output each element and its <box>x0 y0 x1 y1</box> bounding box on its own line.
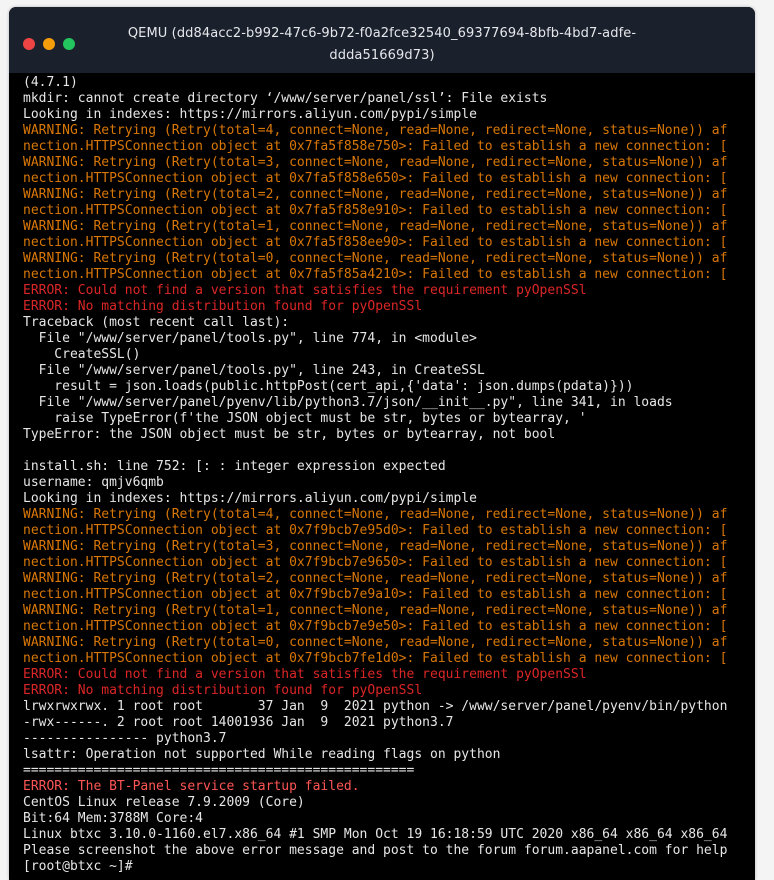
terminal-line: ERROR: Could not find a version that sat… <box>23 667 587 682</box>
terminal-output[interactable]: (4.7.1) mkdir: cannot create directory ‘/… <box>23 75 755 880</box>
terminal-line: lsattr: Operation not supported While re… <box>23 747 501 762</box>
terminal-line: nection.HTTPSConnection object at 0x7f9b… <box>23 523 728 538</box>
terminal-line: File "/www/server/panel/pyenv/lib/python… <box>23 395 673 410</box>
terminal-line: username: qmjv6qmb <box>23 475 164 490</box>
terminal-line: nection.HTTPSConnection object at 0x7fa5… <box>23 139 728 154</box>
terminal-line: install.sh: line 752: [: : integer expre… <box>23 459 446 474</box>
terminal-line: result = json.loads(public.httpPost(cert… <box>23 379 634 394</box>
terminal-line: ERROR: No matching distribution found fo… <box>23 299 423 314</box>
terminal-line: nection.HTTPSConnection object at 0x7fa5… <box>23 203 728 218</box>
terminal-line: WARNING: Retrying (Retry(total=2, connec… <box>23 187 728 202</box>
terminal-line: raise TypeError(f'the JSON object must b… <box>23 411 587 426</box>
terminal-line: nection.HTTPSConnection object at 0x7fa5… <box>23 171 728 186</box>
maximize-window-button[interactable] <box>63 38 75 50</box>
terminal-line: WARNING: Retrying (Retry(total=3, connec… <box>23 539 728 554</box>
title-bar: QEMU (dd84acc2-b992-47c6-9b72-f0a2fce325… <box>9 7 755 73</box>
terminal-line: WARNING: Retrying (Retry(total=0, connec… <box>23 635 728 650</box>
terminal-line: TypeError: the JSON object must be str, … <box>23 427 556 442</box>
terminal-line: nection.HTTPSConnection object at 0x7f9b… <box>23 651 728 666</box>
window-controls <box>23 38 75 50</box>
terminal-line: Looking in indexes: https://mirrors.aliy… <box>23 491 477 506</box>
terminal-line: ERROR: The BT-Panel service startup fail… <box>23 779 360 794</box>
terminal-line: nection.HTTPSConnection object at 0x7fa5… <box>23 235 728 250</box>
terminal-line: -rwx------. 2 root root 14001936 Jan 9 2… <box>23 715 454 730</box>
window-title: QEMU (dd84acc2-b992-47c6-9b72-f0a2fce325… <box>127 26 637 63</box>
terminal-line: lrwxrwxrwx. 1 root root 37 Jan 9 2021 py… <box>23 699 728 714</box>
terminal-line: WARNING: Retrying (Retry(total=3, connec… <box>23 155 728 170</box>
terminal-line: Traceback (most recent call last): <box>23 315 290 330</box>
terminal-line: CentOS Linux release 7.9.2009 (Core) <box>23 795 305 810</box>
terminal-line: nection.HTTPSConnection object at 0x7f9b… <box>23 619 728 634</box>
terminal-line: Bit:64 Mem:3788M Core:4 <box>23 811 204 826</box>
terminal-line: nection.HTTPSConnection object at 0x7f9b… <box>23 555 728 570</box>
terminal-line: WARNING: Retrying (Retry(total=2, connec… <box>23 571 728 586</box>
minimize-window-button[interactable] <box>43 38 55 50</box>
terminal-line: mkdir: cannot create directory ‘/www/ser… <box>23 91 548 106</box>
terminal-line: CreateSSL() <box>23 347 141 362</box>
terminal-line: WARNING: Retrying (Retry(total=0, connec… <box>23 251 728 266</box>
terminal-line: ========================================… <box>23 763 415 778</box>
close-window-button[interactable] <box>23 38 35 50</box>
terminal-line: (4.7.1) <box>23 75 78 90</box>
terminal-line: ERROR: Could not find a version that sat… <box>23 283 587 298</box>
qemu-window: QEMU (dd84acc2-b992-47c6-9b72-f0a2fce325… <box>9 7 755 880</box>
terminal-line: Please screenshot the above error messag… <box>23 843 728 858</box>
terminal-line: ---------------- python3.7 <box>23 731 227 746</box>
terminal-line: WARNING: Retrying (Retry(total=1, connec… <box>23 603 728 618</box>
terminal-line: nection.HTTPSConnection object at 0x7f9b… <box>23 587 728 602</box>
terminal-line: WARNING: Retrying (Retry(total=4, connec… <box>23 507 728 522</box>
terminal-line: ERROR: No matching distribution found fo… <box>23 683 423 698</box>
terminal-line: nection.HTTPSConnection object at 0x7fa5… <box>23 267 728 282</box>
terminal-line: File "/www/server/panel/tools.py", line … <box>23 363 485 378</box>
terminal-line: WARNING: Retrying (Retry(total=4, connec… <box>23 123 728 138</box>
terminal-line: Looking in indexes: https://mirrors.aliy… <box>23 107 477 122</box>
terminal-line: File "/www/server/panel/tools.py", line … <box>23 331 477 346</box>
terminal-line: WARNING: Retrying (Retry(total=1, connec… <box>23 219 728 234</box>
terminal-line: Linux btxc 3.10.0-1160.el7.x86_64 #1 SMP… <box>23 827 728 842</box>
terminal-line: [root@btxc ~]# <box>23 859 133 874</box>
